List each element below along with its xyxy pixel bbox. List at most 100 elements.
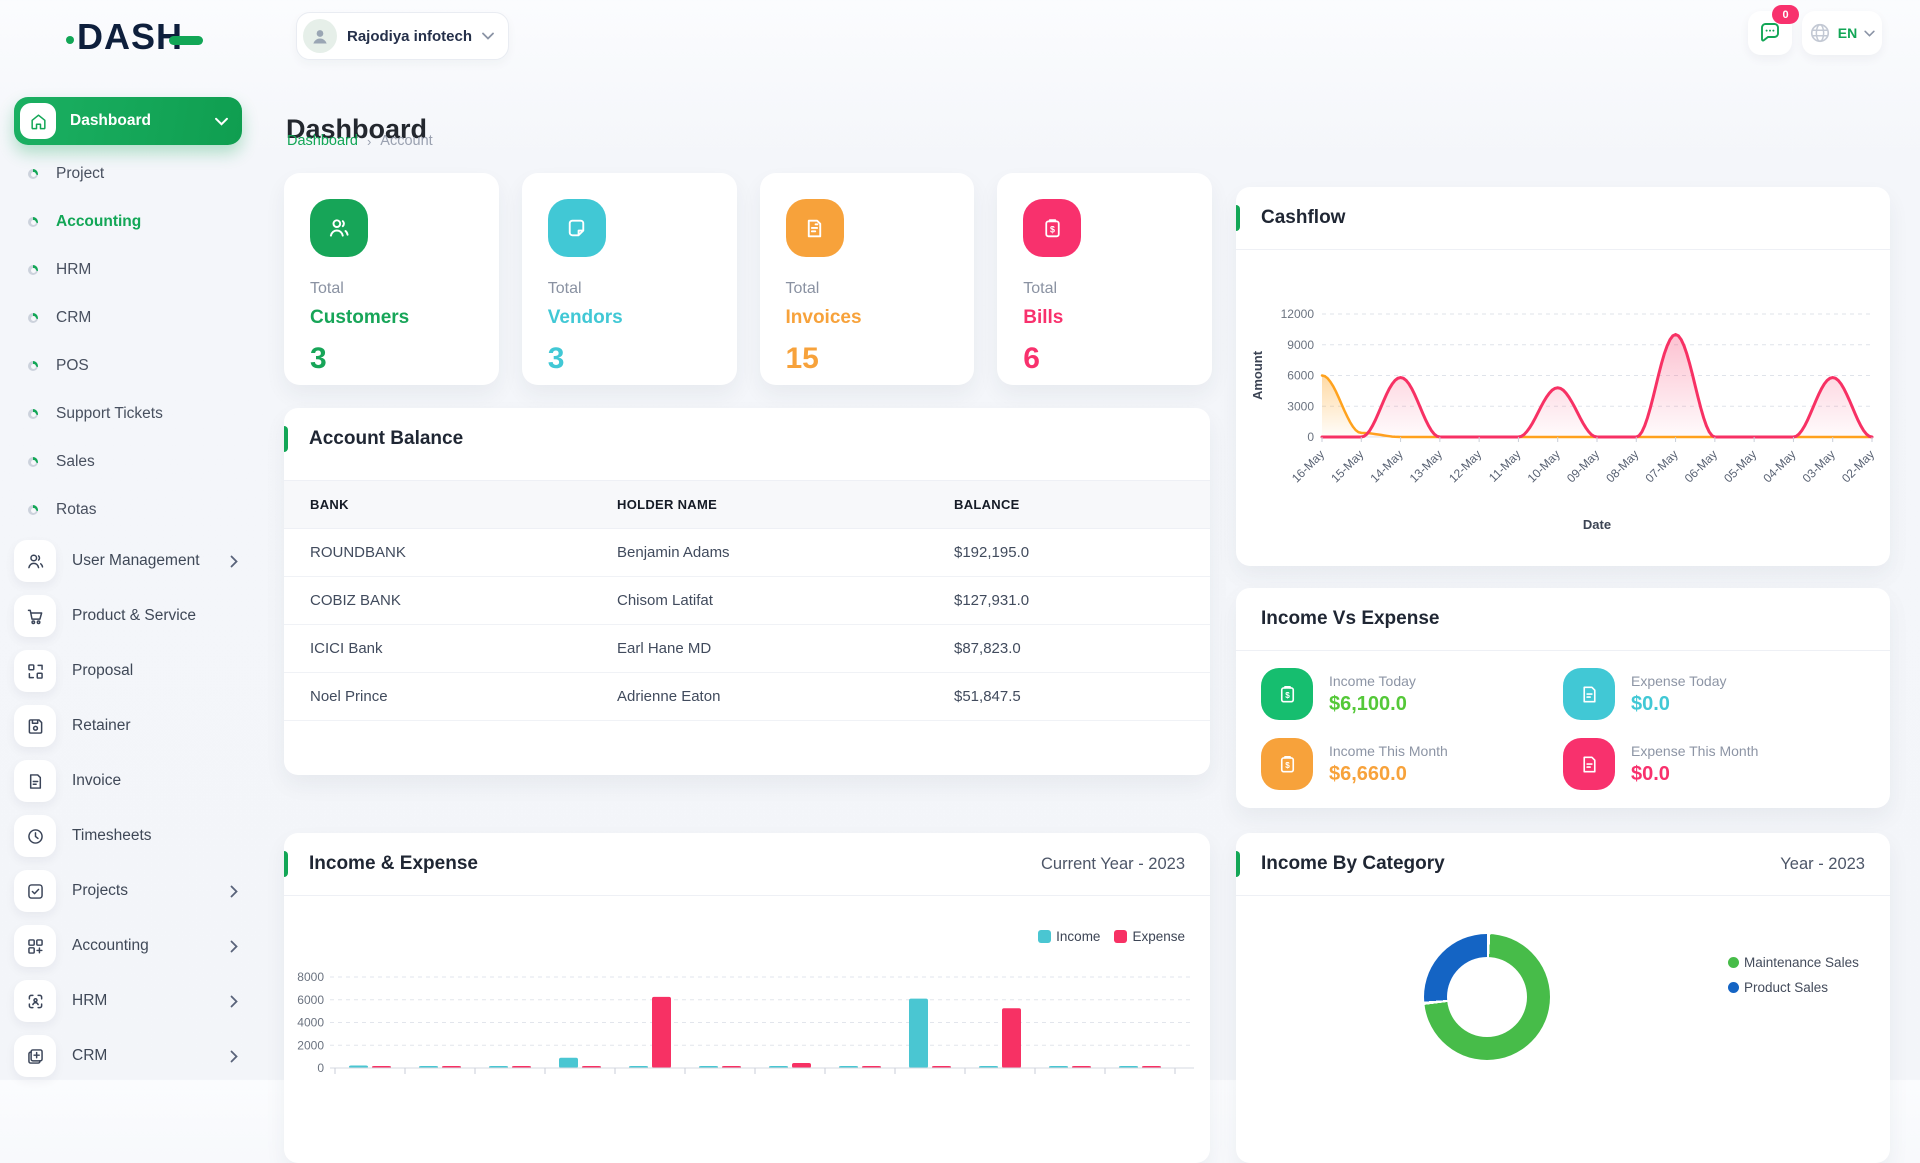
cart-icon bbox=[14, 595, 56, 637]
app-logo[interactable]: DASH bbox=[66, 16, 203, 58]
users-icon bbox=[310, 199, 368, 257]
legend-item-income[interactable]: Income bbox=[1038, 929, 1100, 944]
sidebar-menu: User Management Product & Service Propos… bbox=[0, 536, 256, 1081]
cell-balance: $192,195.0 bbox=[953, 529, 1210, 577]
svg-text:16-May: 16-May bbox=[1289, 447, 1327, 485]
sidebar-item-accounting[interactable]: Accounting bbox=[0, 198, 256, 246]
document-icon bbox=[1563, 738, 1615, 790]
sidebar-item-project[interactable]: Project bbox=[0, 150, 256, 198]
sidebar-item-crm[interactable]: CRM bbox=[0, 294, 256, 342]
svg-text:07-May: 07-May bbox=[1642, 447, 1680, 485]
stat-label: Vendors bbox=[548, 307, 711, 329]
sidebar-item-user-management[interactable]: User Management bbox=[0, 536, 256, 586]
svg-text:0: 0 bbox=[317, 1061, 324, 1075]
svg-text:15-May: 15-May bbox=[1328, 447, 1366, 485]
svg-text:03-May: 03-May bbox=[1800, 447, 1838, 485]
cell-holder: Earl Hane MD bbox=[616, 625, 953, 673]
ring-icon bbox=[28, 217, 38, 227]
sidebar-item-support-tickets[interactable]: Support Tickets bbox=[0, 390, 256, 438]
sidebar-item-label: Dashboard bbox=[70, 112, 151, 130]
income-expense-chart: 02000400060008000 bbox=[294, 963, 1200, 1113]
sidebar-item-dashboard[interactable]: Dashboard bbox=[14, 97, 242, 145]
chevron-down-icon bbox=[482, 32, 494, 40]
cell-bank: ROUNDBANK bbox=[284, 529, 616, 577]
language-selector[interactable]: EN bbox=[1802, 11, 1882, 55]
sidebar-item-label: Projects bbox=[72, 882, 128, 900]
stat-label: Customers bbox=[310, 307, 473, 329]
svg-text:6000: 6000 bbox=[1287, 369, 1314, 383]
table-header-row: BANK HOLDER NAME BALANCE bbox=[284, 481, 1210, 529]
note-icon bbox=[548, 199, 606, 257]
stat-value: 15 bbox=[786, 342, 949, 376]
income-expense-panel: Income & Expense Current Year - 2023 Inc… bbox=[284, 833, 1210, 1163]
language-code: EN bbox=[1838, 25, 1857, 41]
panel-header: Account Balance bbox=[284, 408, 1210, 470]
table-row: ROUNDBANK Benjamin Adams $192,195.0 bbox=[284, 529, 1210, 577]
sidebar-item-pos[interactable]: POS bbox=[0, 342, 256, 390]
stat-card-customers: Total Customers 3 bbox=[284, 173, 499, 385]
column-header-balance: BALANCE bbox=[953, 481, 1210, 529]
globe-icon bbox=[1809, 22, 1831, 44]
ring-icon bbox=[28, 361, 38, 371]
svg-text:12-May: 12-May bbox=[1446, 447, 1484, 485]
table-row: Noel Prince Adrienne Eaton $51,847.5 bbox=[284, 673, 1210, 721]
stat-cards-row: Total Customers 3 Total Vendors 3 Total … bbox=[284, 173, 1212, 385]
sidebar-item-label: Sales bbox=[56, 453, 95, 471]
panel-title: Income By Category bbox=[1261, 853, 1445, 875]
company-name: Rajodiya infotech bbox=[347, 28, 472, 45]
tile-expense-this-month: Expense This Month $0.0 bbox=[1563, 738, 1865, 790]
chart-legend: Income Expense bbox=[1038, 929, 1185, 944]
messages-button[interactable]: 0 bbox=[1748, 11, 1792, 55]
accent-bar bbox=[1236, 851, 1240, 877]
company-switcher[interactable]: Rajodiya infotech bbox=[296, 12, 509, 60]
sidebar-item-sales[interactable]: Sales bbox=[0, 438, 256, 486]
panel-title: Cashflow bbox=[1261, 207, 1345, 229]
svg-text:Date: Date bbox=[1583, 517, 1611, 532]
document-icon bbox=[14, 760, 56, 802]
svg-text:11-May: 11-May bbox=[1486, 447, 1524, 485]
sidebar-item-proposal[interactable]: Proposal bbox=[0, 646, 256, 696]
ring-icon bbox=[28, 457, 38, 467]
sidebar-item-accounting-menu[interactable]: Accounting bbox=[0, 921, 256, 971]
sidebar-item-projects[interactable]: Projects bbox=[0, 866, 256, 916]
sidebar-item-timesheets[interactable]: Timesheets bbox=[0, 811, 256, 861]
tile-label: Income This Month bbox=[1329, 743, 1448, 759]
income-vs-expense-panel: Income Vs Expense $ Income Today $6,100.… bbox=[1236, 588, 1890, 808]
panel-header: Income & Expense Current Year - 2023 bbox=[284, 833, 1210, 896]
sidebar-item-label: Product & Service bbox=[72, 607, 196, 625]
svg-text:0: 0 bbox=[1307, 430, 1314, 444]
grid-plus-icon bbox=[14, 925, 56, 967]
legend-label: Income bbox=[1056, 929, 1100, 944]
qr-squares-icon bbox=[14, 650, 56, 692]
tile-value: $0.0 bbox=[1631, 693, 1726, 716]
sidebar-item-label: CRM bbox=[56, 309, 91, 327]
sidebar-item-hrm[interactable]: HRM bbox=[0, 246, 256, 294]
sidebar-item-label: HRM bbox=[72, 992, 107, 1010]
stat-prefix: Total bbox=[548, 280, 711, 298]
sidebar-item-retainer[interactable]: Retainer bbox=[0, 701, 256, 751]
chevron-right-icon bbox=[230, 885, 238, 898]
clipboard-dollar-icon: $ bbox=[1261, 738, 1313, 790]
panel-title: Account Balance bbox=[309, 428, 463, 450]
svg-text:8000: 8000 bbox=[297, 970, 324, 984]
legend-item-maintenance-sales[interactable]: Maintenance Sales bbox=[1728, 955, 1859, 970]
accent-bar bbox=[284, 851, 288, 877]
legend-item-expense[interactable]: Expense bbox=[1114, 929, 1185, 944]
stat-label: Invoices bbox=[786, 307, 949, 329]
chevron-right-icon bbox=[230, 940, 238, 953]
sidebar-item-label: Invoice bbox=[72, 772, 121, 790]
clipboard-dollar-icon: $ bbox=[1261, 668, 1313, 720]
stat-card-invoices: Total Invoices 15 bbox=[760, 173, 975, 385]
sidebar-item-crm-menu[interactable]: CRM bbox=[0, 1031, 256, 1081]
ring-icon bbox=[28, 265, 38, 275]
svg-text:$: $ bbox=[1285, 691, 1290, 700]
sidebar-item-product-service[interactable]: Product & Service bbox=[0, 591, 256, 641]
sidebar-item-label: POS bbox=[56, 357, 89, 375]
sidebar-item-hrm-menu[interactable]: HRM bbox=[0, 976, 256, 1026]
svg-text:9000: 9000 bbox=[1287, 338, 1314, 352]
legend-item-product-sales[interactable]: Product Sales bbox=[1728, 980, 1859, 995]
sidebar-item-invoice[interactable]: Invoice bbox=[0, 756, 256, 806]
stat-prefix: Total bbox=[310, 280, 473, 298]
sidebar-item-rotas[interactable]: Rotas bbox=[0, 486, 256, 534]
breadcrumb-dashboard-link[interactable]: Dashboard bbox=[287, 133, 358, 149]
